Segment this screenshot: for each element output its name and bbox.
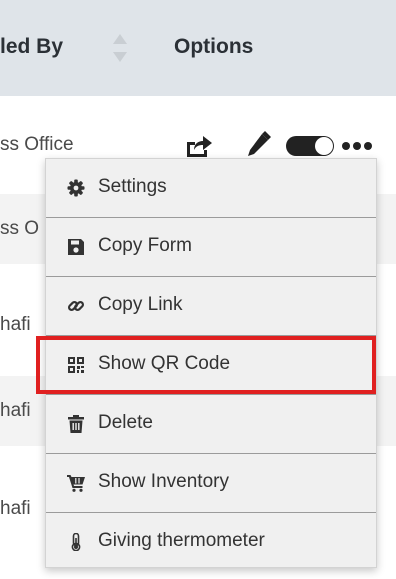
menu-item-copy-link[interactable]: Copy Link	[46, 277, 376, 336]
qr-code-highlight-annotation	[36, 336, 376, 394]
menu-item-label: Copy Link	[98, 294, 183, 315]
active-toggle[interactable]	[286, 136, 334, 156]
pencil-icon[interactable]	[245, 131, 271, 159]
menu-item-copy-form[interactable]: Copy Form	[46, 218, 376, 277]
menu-item-label: Giving thermometer	[98, 530, 265, 551]
menu-item-label: Settings	[98, 176, 167, 197]
thermometer-icon	[71, 533, 81, 551]
more-icon[interactable]	[341, 141, 373, 151]
trash-icon	[68, 415, 84, 433]
row-created-by: hafi	[0, 498, 31, 519]
menu-item-label: Show Inventory	[98, 471, 229, 492]
floppy-icon	[68, 239, 84, 255]
sort-icon[interactable]	[112, 30, 128, 66]
column-header-options: Options	[174, 35, 254, 58]
table-header: led By Options	[0, 0, 396, 96]
column-header-created-by[interactable]: led By	[0, 35, 63, 59]
menu-item-settings[interactable]: Settings	[46, 159, 376, 218]
cart-icon	[67, 475, 85, 492]
menu-item-giving-thermometer[interactable]: Giving thermometer	[46, 513, 376, 571]
gear-icon	[67, 179, 85, 197]
menu-item-delete[interactable]: Delete	[46, 395, 376, 454]
menu-item-show-inventory[interactable]: Show Inventory	[46, 454, 376, 513]
share-icon[interactable]	[184, 133, 214, 159]
toggle-knob	[315, 137, 333, 155]
menu-item-label: Delete	[98, 412, 153, 433]
row-created-by: ss O	[0, 218, 40, 239]
menu-item-label: Copy Form	[98, 235, 192, 256]
link-icon	[67, 300, 85, 312]
